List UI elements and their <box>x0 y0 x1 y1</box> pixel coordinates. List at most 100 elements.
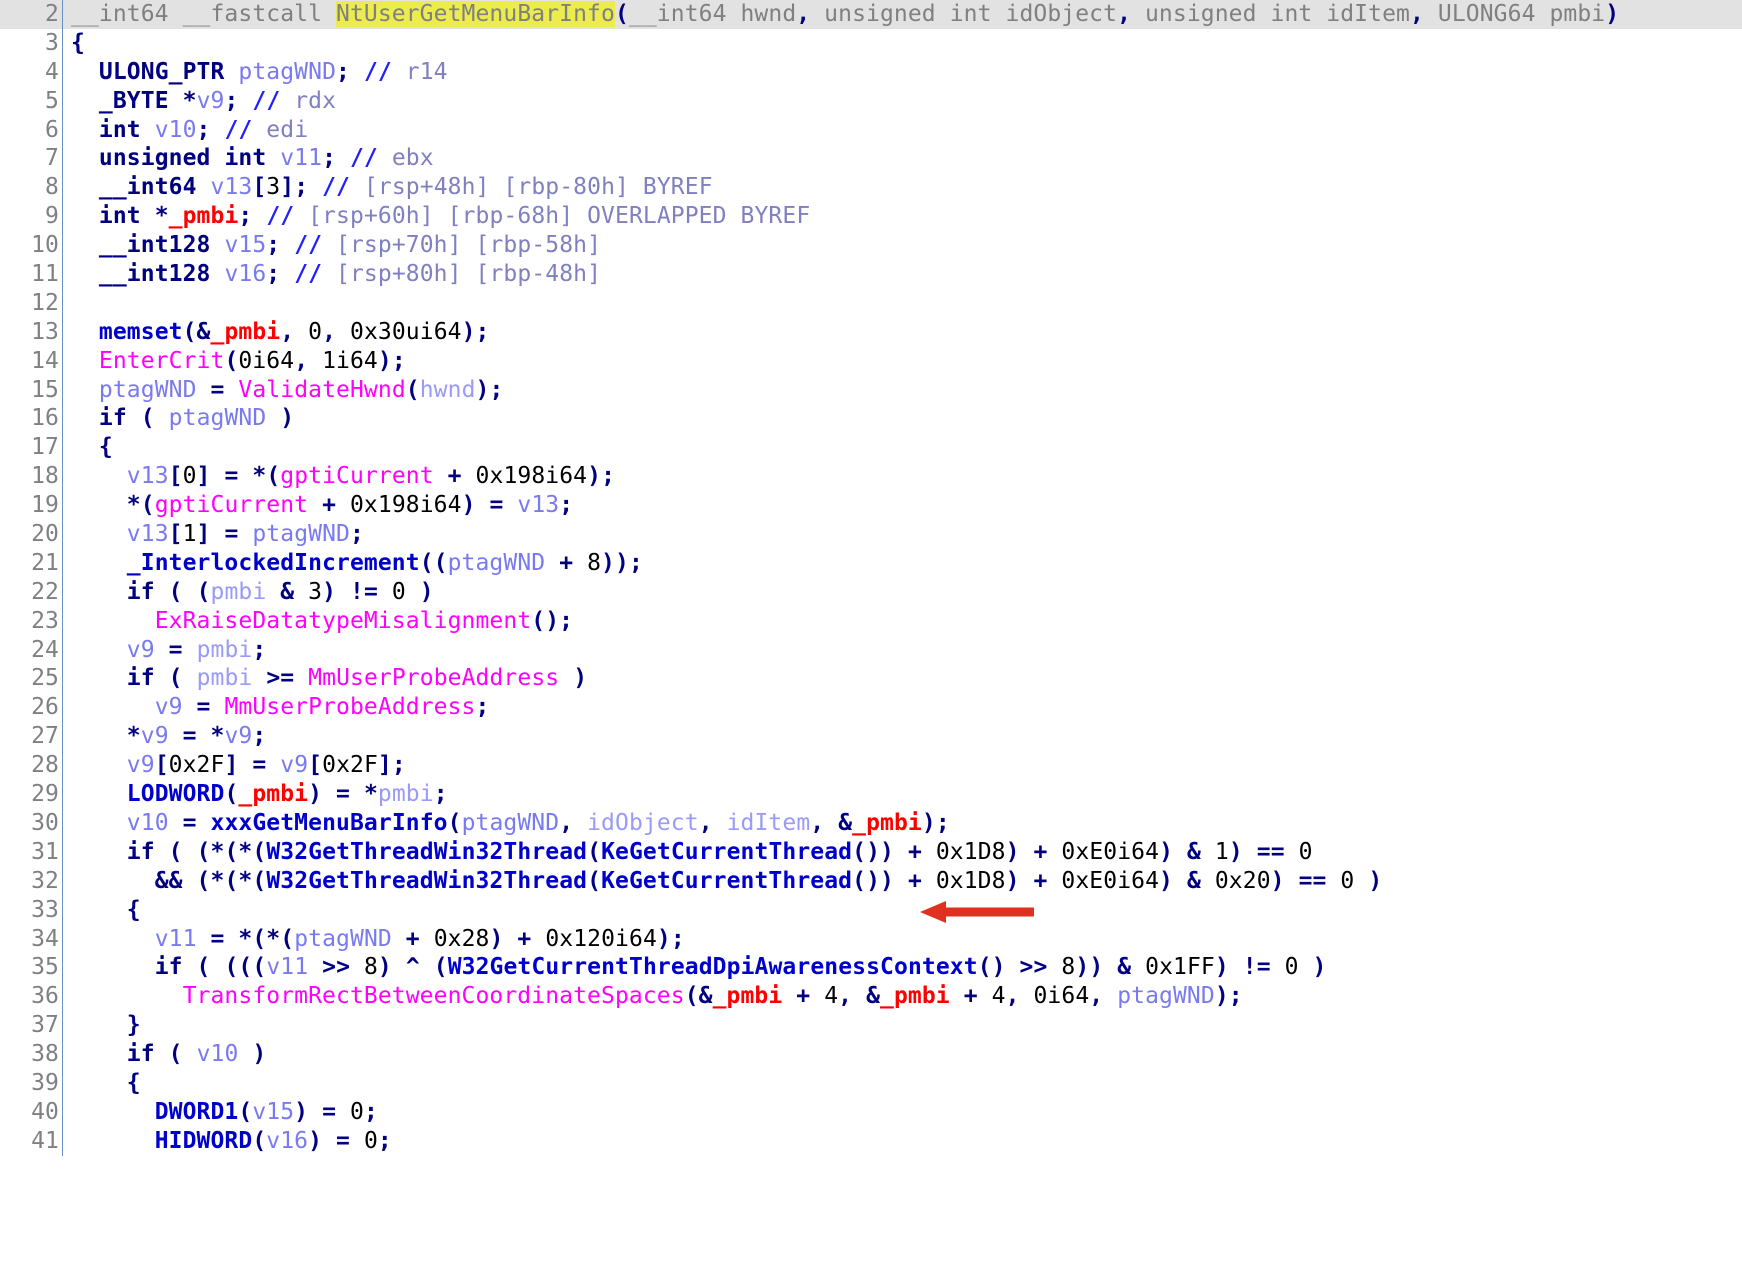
code-text[interactable]: HIDWORD(v16) = 0; <box>66 1127 1742 1156</box>
code-line[interactable]: 8 __int64 v13[3]; // [rsp+48h] [rbp-80h]… <box>0 173 1742 203</box>
comment-text: [rsp+48h] [rbp-80h] BYREF <box>350 174 713 201</box>
code-line[interactable]: 37 } <box>0 1011 1742 1041</box>
code-text[interactable]: ULONG_PTR ptagWND; // r14 <box>66 58 1742 87</box>
code-text[interactable]: unsigned int v11; // ebx <box>66 144 1742 173</box>
highlighted-symbol[interactable]: NtUserGetMenuBarInfo <box>336 1 615 27</box>
code-line[interactable]: 5 _BYTE *v9; // rdx <box>0 86 1742 116</box>
line-number: 33 <box>0 895 62 925</box>
code-text[interactable]: v13[0] = *(gptiCurrent + 0x198i64); <box>66 462 1742 491</box>
code-line[interactable]: 31 if ( (*(*(W32GetThreadWin32Thread(KeG… <box>0 837 1742 867</box>
line-number: 35 <box>0 953 62 983</box>
code-line[interactable]: 25 if ( pmbi >= MmUserProbeAddress ) <box>0 664 1742 694</box>
code-text[interactable]: ExRaiseDatatypeMisalignment(); <box>66 607 1742 636</box>
code-text[interactable]: int v10; // edi <box>66 116 1742 145</box>
gutter-separator <box>62 231 66 261</box>
code-line[interactable]: 15 ptagWND = ValidateHwnd(hwnd); <box>0 375 1742 405</box>
code-text[interactable]: { <box>66 896 1742 925</box>
code-line[interactable]: 9 int *_pmbi; // [rsp+60h] [rbp-68h] OVE… <box>0 202 1742 232</box>
comment-marker: // <box>252 87 281 114</box>
code-line[interactable]: 26 v9 = MmUserProbeAddress; <box>0 693 1742 723</box>
code-line[interactable]: 35 if ( (((v11 >> 8) ^ (W32GetCurrentThr… <box>0 953 1742 983</box>
code-text[interactable]: _BYTE *v9; // rdx <box>66 87 1742 116</box>
code-line[interactable]: 41 HIDWORD(v16) = 0; <box>0 1126 1742 1156</box>
code-text[interactable]: v9[0x2F] = v9[0x2F]; <box>66 751 1742 780</box>
code-text[interactable]: if ( (pmbi & 3) != 0 ) <box>66 578 1742 607</box>
code-line[interactable]: 32 && (*(*(W32GetThreadWin32Thread(KeGet… <box>0 866 1742 896</box>
code-text[interactable]: __int64 __fastcall NtUserGetMenuBarInfo(… <box>66 0 1742 29</box>
code-line[interactable]: 27 *v9 = *v9; <box>0 722 1742 752</box>
code-line[interactable]: 13 memset(&_pmbi, 0, 0x30ui64); <box>0 317 1742 347</box>
code-line[interactable]: 36 TransformRectBetweenCoordinateSpaces(… <box>0 982 1742 1012</box>
code-line[interactable]: 29 LODWORD(_pmbi) = *pmbi; <box>0 780 1742 809</box>
code-text[interactable]: if ( ptagWND ) <box>66 404 1742 433</box>
code-line[interactable]: 18 v13[0] = *(gptiCurrent + 0x198i64); <box>0 462 1742 492</box>
code-text[interactable]: DWORD1(v15) = 0; <box>66 1098 1742 1127</box>
code-line[interactable]: 4 ULONG_PTR ptagWND; // r14 <box>0 57 1742 87</box>
code-text[interactable] <box>66 289 1742 318</box>
line-number: 14 <box>0 346 62 376</box>
code-text[interactable]: __int128 v16; // [rsp+80h] [rbp-48h] <box>66 260 1742 289</box>
code-text[interactable]: ptagWND = ValidateHwnd(hwnd); <box>66 376 1742 405</box>
code-text[interactable]: memset(&_pmbi, 0, 0x30ui64); <box>66 318 1742 347</box>
code-text[interactable]: int *_pmbi; // [rsp+60h] [rbp-68h] OVERL… <box>66 202 1742 231</box>
code-line[interactable]: 6 int v10; // edi <box>0 115 1742 145</box>
code-text[interactable]: __int64 v13[3]; // [rsp+48h] [rbp-80h] B… <box>66 173 1742 202</box>
code-line[interactable]: 19 *(gptiCurrent + 0x198i64) = v13; <box>0 491 1742 521</box>
code-text[interactable]: LODWORD(_pmbi) = *pmbi; <box>66 780 1742 809</box>
code-text[interactable]: if ( (*(*(W32GetThreadWin32Thread(KeGetC… <box>66 838 1742 867</box>
line-number: 5 <box>0 86 62 116</box>
code-body[interactable]: 2 __int64 __fastcall NtUserGetMenuBarInfo… <box>0 0 1742 1156</box>
code-text[interactable]: __int128 v15; // [rsp+70h] [rbp-58h] <box>66 231 1742 260</box>
code-text[interactable]: v9 = pmbi; <box>66 636 1742 665</box>
gutter-separator <box>62 664 66 694</box>
gutter-separator <box>62 808 66 838</box>
code-line[interactable]: 22 if ( (pmbi & 3) != 0 ) <box>0 577 1742 607</box>
code-line[interactable]: 12 <box>0 288 1742 318</box>
code-line[interactable]: 17 { <box>0 433 1742 463</box>
code-line[interactable]: 34 v11 = *(*(ptagWND + 0x28) + 0x120i64)… <box>0 924 1742 954</box>
code-line[interactable]: 7 unsigned int v11; // ebx <box>0 144 1742 174</box>
code-text[interactable]: *v9 = *v9; <box>66 722 1742 751</box>
code-line[interactable]: 40 DWORD1(v15) = 0; <box>0 1097 1742 1127</box>
code-text[interactable]: { <box>66 1069 1742 1098</box>
code-line[interactable]: 2 __int64 __fastcall NtUserGetMenuBarInfo… <box>0 0 1742 29</box>
line-number: 34 <box>0 924 62 954</box>
code-line[interactable]: 10 __int128 v15; // [rsp+70h] [rbp-58h] <box>0 231 1742 261</box>
code-text[interactable]: EnterCrit(0i64, 1i64); <box>66 347 1742 376</box>
code-line[interactable]: 3{ <box>0 28 1742 58</box>
comment-text: ebx <box>377 145 434 172</box>
code-line[interactable]: 39 { <box>0 1068 1742 1098</box>
code-line[interactable]: 14 EnterCrit(0i64, 1i64); <box>0 346 1742 376</box>
line-number: 41 <box>0 1126 62 1156</box>
line-number: 13 <box>0 317 62 347</box>
code-text[interactable]: if ( v10 ) <box>66 1040 1742 1069</box>
code-line[interactable]: 33 { <box>0 895 1742 925</box>
code-text[interactable]: v13[1] = ptagWND; <box>66 520 1742 549</box>
code-text[interactable]: v11 = *(*(ptagWND + 0x28) + 0x120i64); <box>66 925 1742 954</box>
code-text[interactable]: } <box>66 1011 1742 1040</box>
pseudocode-editor[interactable]: 2 __int64 __fastcall NtUserGetMenuBarInfo… <box>0 0 1742 1264</box>
code-text[interactable]: v10 = xxxGetMenuBarInfo(ptagWND, idObjec… <box>66 809 1742 838</box>
code-line[interactable]: 23 ExRaiseDatatypeMisalignment(); <box>0 606 1742 636</box>
code-line[interactable]: 21 _InterlockedIncrement((ptagWND + 8)); <box>0 548 1742 578</box>
code-line[interactable]: 11 __int128 v16; // [rsp+80h] [rbp-48h] <box>0 260 1742 289</box>
code-text[interactable]: { <box>66 29 1742 58</box>
code-text[interactable]: _InterlockedIncrement((ptagWND + 8)); <box>66 549 1742 578</box>
gutter-separator <box>62 895 66 925</box>
line-number: 39 <box>0 1068 62 1098</box>
code-line[interactable]: 30 v10 = xxxGetMenuBarInfo(ptagWND, idOb… <box>0 808 1742 838</box>
code-text[interactable]: v9 = MmUserProbeAddress; <box>66 693 1742 722</box>
code-line[interactable]: 24 v9 = pmbi; <box>0 635 1742 665</box>
code-text[interactable]: *(gptiCurrent + 0x198i64) = v13; <box>66 491 1742 520</box>
comment-marker: // <box>322 174 351 201</box>
code-text[interactable]: TransformRectBetweenCoordinateSpaces(&_p… <box>66 982 1742 1011</box>
code-line[interactable]: 28 v9[0x2F] = v9[0x2F]; <box>0 751 1742 781</box>
code-text[interactable]: if ( pmbi >= MmUserProbeAddress ) <box>66 664 1742 693</box>
code-line[interactable]: 16 if ( ptagWND ) <box>0 404 1742 434</box>
gutter-separator <box>62 144 66 174</box>
code-text[interactable]: if ( (((v11 >> 8) ^ (W32GetCurrentThread… <box>66 953 1742 982</box>
code-line[interactable]: 20 v13[1] = ptagWND; <box>0 520 1742 549</box>
code-text[interactable]: && (*(*(W32GetThreadWin32Thread(KeGetCur… <box>66 867 1742 896</box>
code-text[interactable]: { <box>66 433 1742 462</box>
code-line[interactable]: 38 if ( v10 ) <box>0 1040 1742 1069</box>
